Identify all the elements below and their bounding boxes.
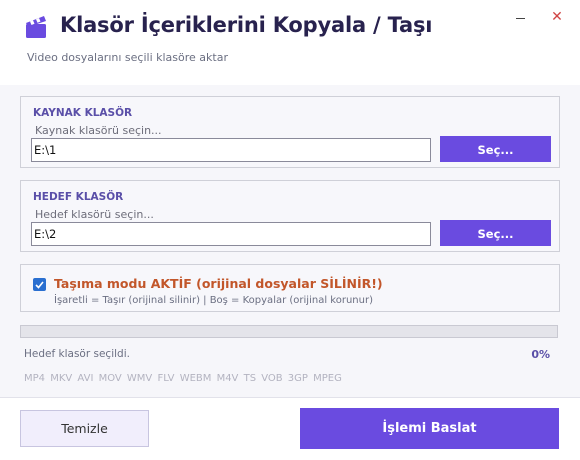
start-button[interactable]: İşlemi Baslat [300, 408, 559, 449]
target-browse-button[interactable]: Seç... [440, 220, 551, 246]
page-subtitle: Video dosyalarını seçili klasöre aktar [27, 51, 228, 64]
source-placeholder: Kaynak klasörü seçin... [35, 124, 164, 137]
page-title: Klasör İçeriklerini Kopyala / Taşı [60, 13, 433, 37]
status-text: Hedef klasör seçildi. [24, 348, 130, 360]
clear-button[interactable]: Temizle [20, 410, 149, 447]
target-panel: HEDEF KLASÖR Hedef klasörü seçin... Seç.… [20, 180, 560, 252]
target-input[interactable] [34, 227, 414, 241]
target-placeholder: Hedef klasörü seçin... [35, 208, 156, 221]
source-panel: KAYNAK KLASÖR Kaynak klasörü seçin... Se… [20, 96, 560, 168]
source-field: Kaynak klasörü seçin... [31, 124, 431, 162]
move-mode-hint: İşaretli = Taşır (orijinal silinir) | Bo… [54, 295, 373, 306]
clapperboard-icon [26, 16, 46, 38]
checkmark-icon [35, 281, 44, 289]
move-mode-panel: Taşıma modu AKTİF (orijinal dosyalar SİL… [20, 264, 560, 312]
footer-divider [0, 397, 580, 398]
source-browse-button[interactable]: Seç... [440, 136, 551, 162]
move-mode-title: Taşıma modu AKTİF (orijinal dosyalar SİL… [54, 276, 383, 291]
target-field: Hedef klasörü seçin... [31, 208, 431, 246]
move-mode-checkbox[interactable] [33, 278, 46, 291]
close-icon[interactable]: ✕ [546, 6, 568, 28]
target-panel-label: HEDEF KLASÖR [33, 191, 124, 203]
header: Klasör İçeriklerini Kopyala / Taşı Video… [0, 0, 580, 85]
minimize-icon[interactable] [510, 8, 532, 28]
source-input[interactable] [34, 143, 414, 157]
supported-formats: MP4 MKV AVI MOV WMV FLV WEBM M4V TS VOB … [24, 373, 342, 384]
progress-percent: 0% [531, 348, 550, 361]
source-panel-label: KAYNAK KLASÖR [33, 107, 133, 119]
progress-bar [20, 325, 558, 338]
